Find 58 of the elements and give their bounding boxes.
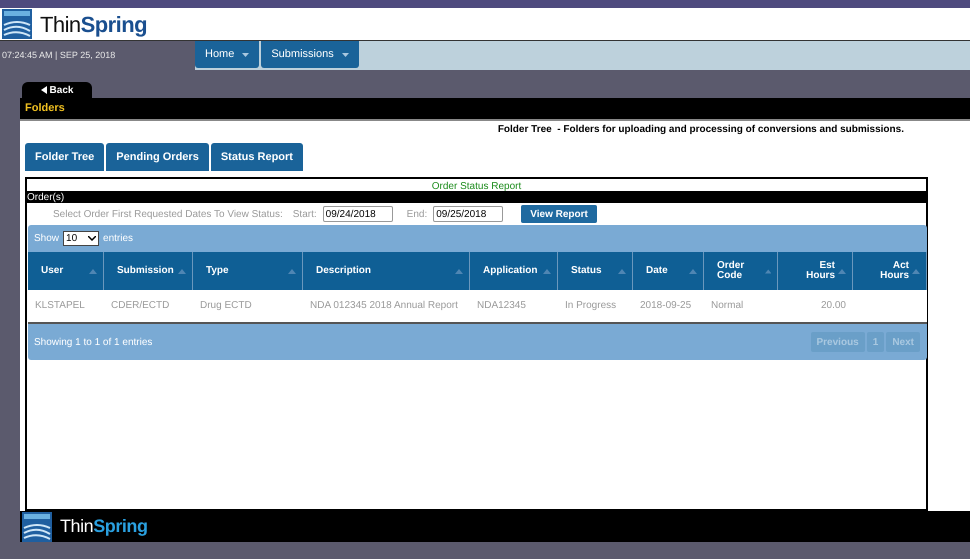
page-size-select[interactable]: 10 xyxy=(63,231,100,246)
logo-text: ThinSpring xyxy=(60,515,148,538)
table-cell: KLSTAPEL xyxy=(35,301,85,311)
sort-icon xyxy=(455,268,463,274)
sort-icon xyxy=(543,268,551,274)
sort-icon xyxy=(618,268,626,274)
sort-icon xyxy=(178,268,186,274)
orders-label: Order(s) xyxy=(27,190,64,204)
end-date-field[interactable]: 09/25/2018 xyxy=(433,206,504,222)
entries-info: Showing 1 to 1 of 1 entries xyxy=(34,336,152,350)
column-header[interactable]: Est Hours xyxy=(778,252,853,290)
tab[interactable]: Folder Tree xyxy=(25,143,104,171)
entries-label: entries xyxy=(103,232,134,246)
start-label: Start: xyxy=(292,208,317,222)
sort-icon xyxy=(288,268,296,274)
chevron-icon xyxy=(88,236,96,241)
nav-menu-button[interactable]: Home xyxy=(195,41,260,68)
table-cell: NDA 012345 2018 Annual Report xyxy=(310,301,458,311)
sort-icon xyxy=(689,268,697,274)
column-header[interactable]: Act Hours xyxy=(853,252,927,290)
sort-icon xyxy=(838,268,846,274)
show-label: Show xyxy=(34,232,60,246)
logo-icon xyxy=(22,512,52,542)
section-title: Folders xyxy=(25,101,65,116)
table-cell: Drug ECTD xyxy=(200,301,252,311)
column-header[interactable]: User xyxy=(28,252,104,290)
caret-icon xyxy=(242,52,250,56)
tab[interactable]: Status Report xyxy=(210,143,303,171)
view-report-button[interactable]: View Report xyxy=(521,205,597,223)
report-title: Order Status Report xyxy=(432,181,522,192)
caret-icon xyxy=(342,52,349,56)
table-cell: Normal xyxy=(711,301,744,311)
logo-icon xyxy=(2,9,32,39)
tab[interactable]: Pending Orders xyxy=(106,143,209,171)
back-button[interactable]: Back xyxy=(22,82,92,98)
filter-label: Select Order First Requested Dates To View Status: xyxy=(53,208,283,222)
start-date-field[interactable]: 09/24/2018 xyxy=(322,206,393,222)
table-cell: CDER/ECTD xyxy=(111,301,170,311)
end-label: End: xyxy=(406,208,428,222)
sort-icon xyxy=(89,268,97,274)
nav-menu-button[interactable]: Submissions xyxy=(261,41,359,68)
table-cell: 20.00 xyxy=(820,301,846,311)
column-header[interactable]: Description xyxy=(303,252,470,290)
column-header[interactable]: Application xyxy=(470,252,558,290)
table-cell: 2018-09-25 xyxy=(640,301,692,311)
logo-text: ThinSpring xyxy=(40,10,147,39)
column-header[interactable]: Date xyxy=(633,252,704,290)
sort-icon xyxy=(764,268,771,274)
back-arrow-icon xyxy=(40,86,47,94)
sort-icon xyxy=(912,268,920,274)
column-header[interactable]: Type xyxy=(193,252,303,290)
column-header[interactable]: Submission xyxy=(104,252,193,290)
clock-text: 07:24:45 AM | SEP 25, 2018 xyxy=(2,48,116,62)
table-cell: NDA12345 xyxy=(477,301,526,311)
column-header[interactable]: Status xyxy=(558,252,633,290)
table-cell: In Progress xyxy=(565,301,616,311)
column-header[interactable]: Order Code xyxy=(704,252,778,290)
description-text: Folder Tree - Folders for uploading and processing of conversions and submissions. xyxy=(498,123,904,137)
